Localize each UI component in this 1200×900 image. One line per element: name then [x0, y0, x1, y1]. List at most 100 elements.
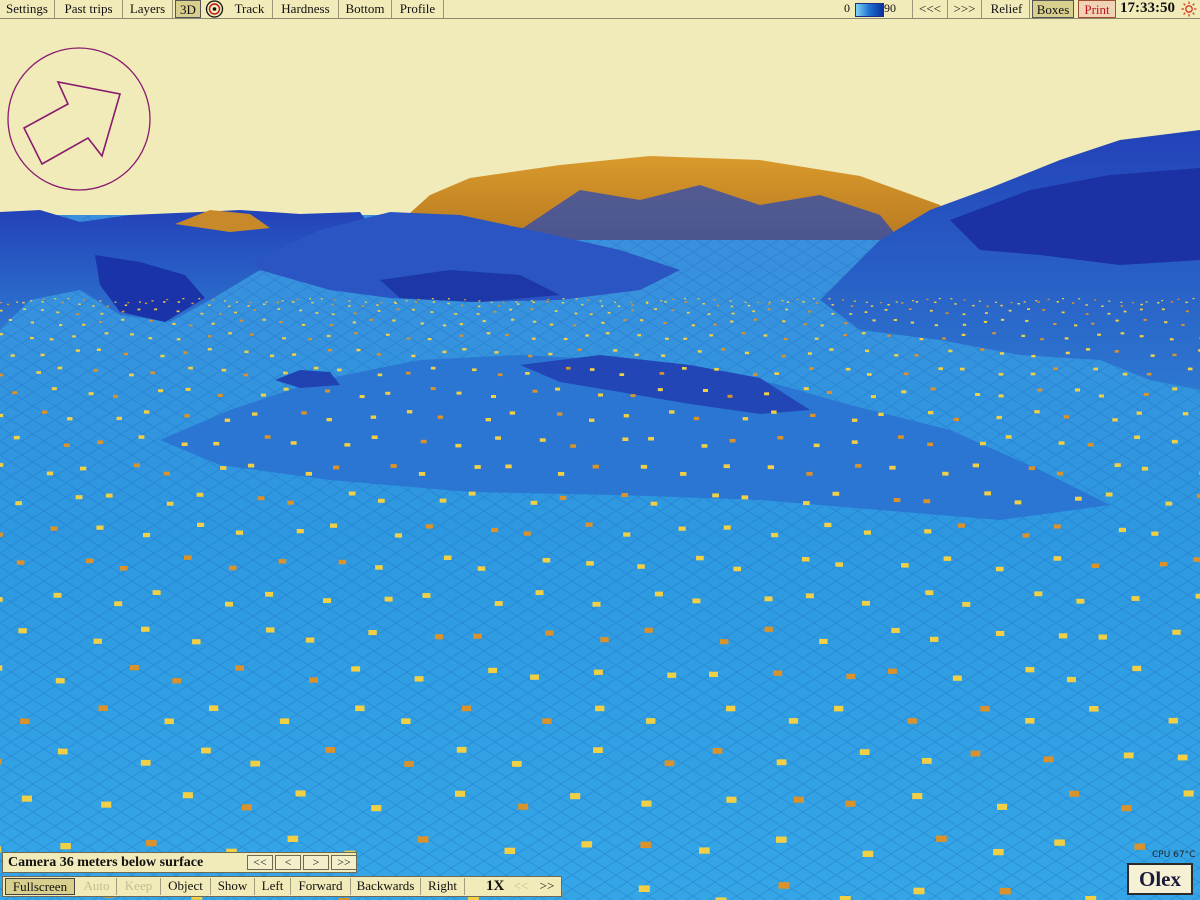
sounding-marker — [630, 302, 633, 304]
sounding-marker — [1101, 305, 1104, 307]
sounding-marker — [209, 705, 219, 711]
sounding-marker — [1181, 324, 1185, 326]
sounding-marker — [862, 600, 870, 606]
sounding-marker — [741, 332, 746, 335]
sounding-marker — [555, 387, 561, 391]
sounding-marker — [1025, 667, 1035, 673]
sounding-marker — [337, 368, 342, 372]
layers-button[interactable]: Layers — [123, 0, 173, 18]
sounding-marker — [995, 630, 1005, 636]
faster-button[interactable]: >> — [535, 878, 559, 895]
sounding-marker — [683, 337, 688, 340]
sounding-marker — [121, 318, 125, 321]
sounding-marker — [364, 301, 367, 303]
sounding-marker — [730, 305, 734, 308]
past-trips-button[interactable]: Past trips — [55, 0, 123, 18]
show-button[interactable]: Show — [211, 878, 255, 895]
sounding-marker — [92, 305, 95, 307]
sounding-marker — [172, 322, 176, 325]
sounding-marker — [0, 532, 3, 537]
sounding-marker — [277, 308, 281, 310]
direction-arrow-icon[interactable] — [6, 46, 152, 192]
sounding-marker — [185, 387, 191, 391]
sounding-marker — [530, 308, 534, 311]
settings-button[interactable]: Settings — [0, 0, 55, 18]
sounding-marker — [972, 304, 975, 307]
auto-button[interactable]: Auto — [77, 878, 117, 895]
sounding-marker — [575, 298, 578, 300]
sounding-marker — [356, 348, 361, 352]
sounding-marker — [813, 443, 820, 448]
sounding-marker — [333, 465, 340, 470]
sounding-marker — [586, 561, 594, 566]
sounding-marker — [842, 299, 844, 301]
sounding-marker — [542, 718, 552, 724]
sounding-marker — [432, 301, 436, 303]
sounding-marker — [311, 301, 314, 304]
backwards-button[interactable]: Backwards — [351, 878, 421, 895]
sounding-marker — [191, 302, 194, 305]
previous-button[interactable]: <<< — [912, 0, 948, 18]
camera-fast-back-button[interactable]: << — [247, 855, 273, 870]
print-button[interactable]: Print — [1078, 0, 1116, 18]
sounding-marker — [224, 300, 227, 302]
fullscreen-button[interactable]: Fullscreen — [5, 878, 75, 895]
sounding-marker — [437, 415, 443, 419]
sounding-marker — [1139, 308, 1143, 311]
bottom-button[interactable]: Bottom — [339, 0, 392, 18]
boxes-button[interactable]: Boxes — [1032, 0, 1074, 18]
sounding-marker — [98, 705, 108, 711]
sounding-marker — [831, 304, 834, 306]
keep-button[interactable]: Keep — [117, 878, 161, 895]
depth-scale-bar[interactable] — [855, 3, 884, 17]
sounding-marker — [53, 592, 62, 598]
sounding-marker — [15, 501, 22, 506]
camera-back-button[interactable]: < — [275, 855, 301, 870]
3d-button[interactable]: 3D — [175, 0, 201, 18]
sounding-marker — [592, 464, 599, 469]
sounding-marker — [220, 466, 227, 470]
sounding-marker — [1123, 310, 1127, 313]
sounding-marker — [961, 333, 966, 336]
sounding-marker — [617, 305, 621, 307]
sun-icon[interactable] — [1181, 1, 1197, 17]
sounding-marker — [443, 555, 452, 560]
sounding-marker — [539, 438, 546, 442]
sounding-marker — [661, 354, 666, 357]
sounding-marker — [581, 303, 584, 306]
sounding-marker — [247, 463, 255, 468]
slower-button[interactable]: << — [509, 878, 533, 895]
camera-forward-button[interactable]: > — [303, 855, 329, 870]
sounding-marker — [793, 796, 804, 803]
right-button[interactable]: Right — [421, 878, 465, 895]
relief-button[interactable]: Relief — [984, 0, 1030, 18]
sounding-marker — [163, 471, 170, 476]
hardness-button[interactable]: Hardness — [273, 0, 339, 18]
object-button[interactable]: Object — [161, 878, 211, 895]
sounding-marker — [394, 533, 402, 538]
sounding-marker — [511, 318, 515, 321]
sounding-marker — [490, 301, 493, 303]
sounding-marker — [305, 637, 315, 643]
sounding-marker — [585, 334, 589, 337]
left-button[interactable]: Left — [255, 878, 291, 895]
sounding-marker — [1115, 319, 1119, 322]
target-icon[interactable] — [204, 0, 225, 18]
sounding-marker — [143, 532, 151, 538]
sounding-marker — [472, 368, 477, 372]
profile-button[interactable]: Profile — [392, 0, 444, 18]
seabed-3d-view[interactable] — [0, 0, 1200, 900]
sounding-marker — [282, 337, 286, 340]
sounding-marker — [1037, 301, 1040, 303]
sounding-marker — [207, 348, 212, 351]
sounding-marker — [1075, 388, 1080, 392]
track-button[interactable]: Track — [227, 0, 273, 18]
camera-fast-forward-button[interactable]: >> — [331, 855, 357, 870]
sounding-marker — [796, 298, 799, 300]
olex-logo[interactable]: Olex — [1127, 863, 1193, 895]
sounding-marker — [488, 667, 498, 674]
forward-button[interactable]: Forward — [291, 878, 351, 895]
sounding-marker — [93, 638, 102, 644]
next-button[interactable]: >>> — [948, 0, 982, 18]
sounding-marker — [491, 395, 496, 398]
